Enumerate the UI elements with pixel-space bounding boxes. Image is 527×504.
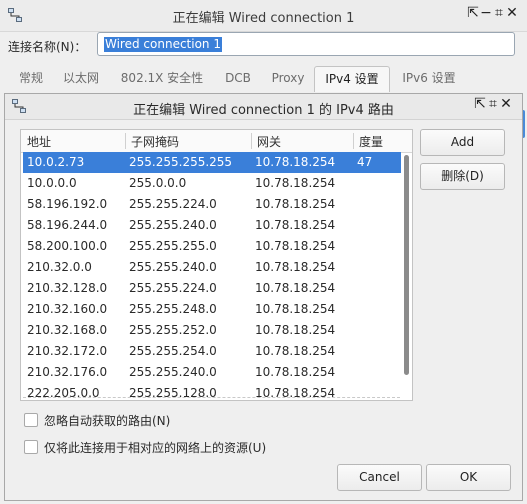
cell-address: 210.32.172.0	[27, 344, 108, 358]
table-row[interactable]: 210.32.172.0 255.255.254.0 10.78.18.254	[23, 341, 401, 362]
keep-above-icon[interactable]: ⇱	[467, 5, 480, 21]
column-header-metric[interactable]: 度量	[359, 133, 383, 150]
column-separator	[251, 133, 252, 149]
close-icon[interactable]: ✕	[500, 96, 513, 112]
cell-address: 210.32.176.0	[27, 365, 108, 379]
cell-gateway: 10.78.18.254	[255, 260, 336, 274]
minimize-icon[interactable]: −	[480, 5, 493, 21]
tab-proxy[interactable]: Proxy	[266, 66, 310, 92]
cell-gateway: 10.78.18.254	[255, 155, 336, 169]
cell-address: 10.0.2.73	[27, 155, 85, 169]
column-separator	[125, 133, 126, 149]
cell-gateway: 10.78.18.254	[255, 386, 336, 400]
table-row[interactable]: 58.200.100.0 255.255.255.0 10.78.18.254	[23, 236, 401, 257]
cell-netmask: 255.255.128.0	[129, 386, 217, 400]
cell-netmask: 255.0.0.0	[129, 176, 187, 190]
table-row[interactable]: 222.205.0.0 255.255.128.0 10.78.18.254	[23, 383, 401, 400]
tab-ipv6-settings[interactable]: IPv6 设置	[394, 66, 464, 92]
tab-general[interactable]: 常规	[10, 66, 52, 92]
connection-name-label: 连接名称(N)：	[8, 40, 87, 54]
checkbox-box[interactable]	[24, 440, 38, 454]
cell-netmask: 255.255.248.0	[129, 302, 217, 316]
delete-route-button[interactable]: 删除(D)	[420, 163, 505, 190]
table-row[interactable]: 210.32.176.0 255.255.240.0 10.78.18.254	[23, 362, 401, 383]
cancel-button[interactable]: Cancel	[337, 464, 422, 491]
ok-button[interactable]: OK	[426, 464, 511, 491]
cell-address: 10.0.0.0	[27, 176, 77, 190]
cell-gateway: 10.78.18.254	[255, 281, 336, 295]
cell-metric: 47	[357, 155, 373, 169]
column-separator	[353, 133, 354, 149]
cell-netmask: 255.255.224.0	[129, 281, 217, 295]
cell-netmask: 255.255.224.0	[129, 197, 217, 211]
window-titlebar[interactable]: 正在编辑 Wired connection 1 ⇱− ⌗ ✕	[0, 0, 527, 32]
cell-gateway: 10.78.18.254	[255, 239, 336, 253]
cell-netmask: 255.255.252.0	[129, 323, 217, 337]
table-scrollbar[interactable]	[404, 155, 409, 375]
cell-address: 210.32.160.0	[27, 302, 108, 316]
add-route-button[interactable]: Add	[420, 129, 505, 156]
cell-address: 210.32.128.0	[27, 281, 108, 295]
dialog-controls: ⇱ ⌗ ✕	[474, 96, 513, 112]
cell-address: 58.200.100.0	[27, 239, 108, 253]
table-row[interactable]: 210.32.128.0 255.255.224.0 10.78.18.254	[23, 278, 401, 299]
keep-above-icon[interactable]: ⇱	[474, 96, 487, 112]
column-header-address[interactable]: 地址	[27, 133, 51, 150]
connection-name-input[interactable]: Wired connection 1	[97, 32, 515, 56]
table-row[interactable]: 10.0.2.73 255.255.255.255 10.78.18.254 4…	[23, 152, 401, 173]
ignore-auto-routes-label: 忽略自动获取的路由(N)	[44, 414, 171, 428]
cell-address: 58.196.244.0	[27, 218, 108, 232]
connection-name-value: Wired connection 1	[104, 37, 222, 52]
close-icon[interactable]: ✕	[506, 5, 519, 21]
cell-netmask: 255.255.255.255	[129, 155, 233, 169]
cell-gateway: 10.78.18.254	[255, 218, 336, 232]
cell-gateway: 10.78.18.254	[255, 344, 336, 358]
column-header-netmask[interactable]: 子网掩码	[131, 133, 179, 150]
table-bottom-edge	[23, 397, 400, 398]
cell-netmask: 255.255.240.0	[129, 218, 217, 232]
ipv4-routes-dialog: 正在编辑 Wired connection 1 的 IPv4 路由 ⇱ ⌗ ✕ 地址…	[4, 93, 523, 501]
cell-netmask: 255.255.255.0	[129, 239, 217, 253]
checkbox-box[interactable]	[24, 413, 38, 427]
cell-netmask: 255.255.254.0	[129, 344, 217, 358]
tab-8021x-security[interactable]: 802.1X 安全性	[112, 66, 212, 92]
cell-netmask: 255.255.240.0	[129, 365, 217, 379]
table-row[interactable]: 210.32.160.0 255.255.248.0 10.78.18.254	[23, 299, 401, 320]
cell-gateway: 10.78.18.254	[255, 197, 336, 211]
cell-address: 210.32.0.0	[27, 260, 92, 274]
dialog-titlebar[interactable]: 正在编辑 Wired connection 1 的 IPv4 路由 ⇱ ⌗ ✕	[5, 94, 522, 120]
cell-gateway: 10.78.18.254	[255, 365, 336, 379]
tab-ipv4-settings[interactable]: IPv4 设置	[314, 66, 390, 92]
cell-gateway: 10.78.18.254	[255, 302, 336, 316]
cell-gateway: 10.78.18.254	[255, 323, 336, 337]
cell-gateway: 10.78.18.254	[255, 176, 336, 190]
dialog-title: 正在编辑 Wired connection 1 的 IPv4 路由	[133, 103, 394, 118]
tab-ethernet[interactable]: 以太网	[56, 66, 106, 92]
window-controls: ⇱− ⌗ ✕	[467, 5, 519, 21]
cell-address: 222.205.0.0	[27, 386, 100, 400]
routes-table: 地址 子网掩码 网关 度量 10.0.2.73 255.255.255.255 …	[20, 129, 413, 401]
cell-address: 58.196.192.0	[27, 197, 108, 211]
table-row[interactable]: 10.0.0.0 255.0.0.0 10.78.18.254	[23, 173, 401, 194]
ignore-auto-routes-checkbox[interactable]: 忽略自动获取的路由(N)	[24, 412, 170, 429]
tab-dcb[interactable]: DCB	[220, 66, 256, 92]
maximize-icon[interactable]: ⌗	[487, 96, 500, 112]
table-row[interactable]: 210.32.0.0 255.255.240.0 10.78.18.254	[23, 257, 401, 278]
only-resources-label: 仅将此连接用于相对应的网络上的资源(U)	[44, 441, 267, 455]
routes-list: 10.0.2.73 255.255.255.255 10.78.18.254 4…	[23, 152, 401, 400]
table-row[interactable]: 58.196.192.0 255.255.224.0 10.78.18.254	[23, 194, 401, 215]
table-row[interactable]: 58.196.244.0 255.255.240.0 10.78.18.254	[23, 215, 401, 236]
only-resources-checkbox[interactable]: 仅将此连接用于相对应的网络上的资源(U)	[24, 439, 266, 456]
table-header: 地址 子网掩码 网关 度量	[21, 130, 412, 153]
cell-address: 210.32.168.0	[27, 323, 108, 337]
column-header-gateway[interactable]: 网关	[257, 133, 281, 150]
cell-netmask: 255.255.240.0	[129, 260, 217, 274]
maximize-icon[interactable]: ⌗	[493, 5, 506, 21]
table-row[interactable]: 210.32.168.0 255.255.252.0 10.78.18.254	[23, 320, 401, 341]
window-title: 正在编辑 Wired connection 1	[172, 11, 355, 26]
